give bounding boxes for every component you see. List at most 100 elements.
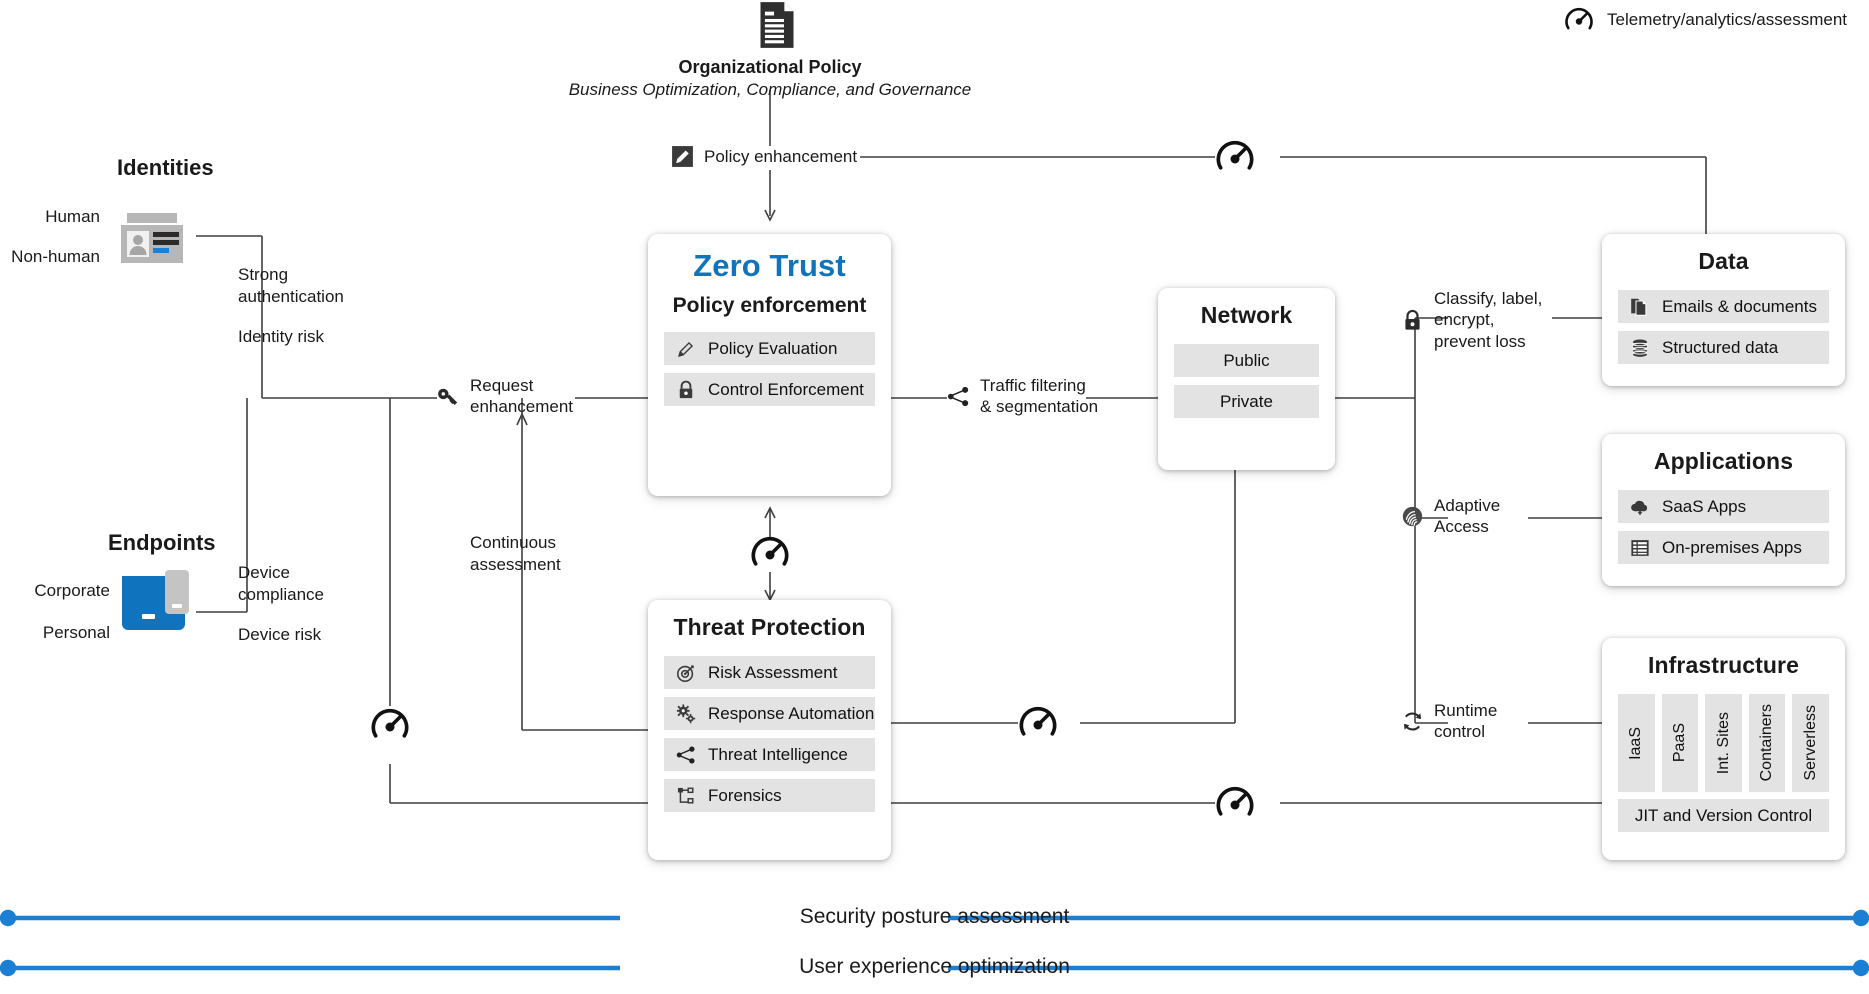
document-icon — [755, 2, 799, 48]
policy-enhancement-node: Policy enhancement — [670, 144, 857, 169]
bottom-bar-user-experience: User experience optimization — [0, 955, 1869, 985]
bottom-bar-security-posture: Security posture assessment — [0, 905, 1869, 935]
connector-lines — [196, 90, 1707, 804]
identities-signal-auth: Strong authentication — [238, 265, 344, 306]
adaptive-access-label: Adaptive Access — [1434, 496, 1501, 537]
page-subtitle: Business Optimization, Compliance, and G… — [568, 80, 972, 99]
infrastructure-col-int-sites[interactable]: Int. Sites — [1705, 694, 1742, 792]
sitemap-icon — [675, 785, 697, 807]
database-icon — [1629, 337, 1651, 359]
chip-label: Private — [1220, 391, 1273, 411]
data-title: Data — [1698, 248, 1749, 274]
identities-type-human: Human — [45, 207, 100, 226]
threat-item-threat-intelligence[interactable]: Threat Intelligence — [664, 738, 875, 771]
zero-trust-subtitle: Policy enforcement — [672, 294, 867, 317]
server-rack-icon — [1629, 537, 1651, 559]
gauge-left-loop-icon — [370, 705, 410, 745]
target-icon — [675, 662, 697, 684]
vchip-label: Containers — [1758, 704, 1776, 782]
infrastructure-col-paas[interactable]: PaaS — [1661, 694, 1699, 792]
gauge-policy-enhancement-icon — [1215, 137, 1255, 177]
infrastructure-col-serverless[interactable]: Serverless — [1792, 694, 1829, 792]
threat-item-forensics[interactable]: Forensics — [664, 779, 875, 812]
adaptive-access-node: Adaptive Access — [1400, 495, 1500, 538]
laptop-phone-icon — [122, 570, 199, 632]
documents-copy-icon — [1629, 296, 1651, 318]
pencil-icon — [675, 338, 697, 360]
chip-label: Emails & documents — [1662, 296, 1817, 316]
traffic-filtering-label: Traffic filtering & segmentation — [980, 376, 1099, 417]
vchip-label: Int. Sites — [1714, 711, 1732, 775]
identities-type-nonhuman: Non-human — [11, 247, 100, 266]
endpoints-signal-compliance: Device compliance — [238, 563, 324, 604]
zero-trust-card: Zero Trust Policy enforcement Policy Eva… — [648, 234, 891, 496]
applications-item-saas-apps[interactable]: SaaS Apps — [1618, 490, 1829, 523]
applications-card: Applications SaaS Apps On-premises Apps — [1602, 434, 1845, 586]
share-nodes-icon — [946, 384, 971, 409]
legend-label: Telemetry/analytics/assessment — [1607, 10, 1847, 29]
lock-icon — [1400, 308, 1425, 333]
zero-trust-item-policy-evaluation[interactable]: Policy Evaluation — [664, 332, 875, 365]
gauge-zero-trust-threat-icon — [750, 533, 789, 571]
policy-enhancement-label: Policy enhancement — [704, 146, 858, 166]
endpoints-heading: Endpoints — [108, 530, 216, 555]
chip-label: Public — [1223, 350, 1270, 370]
bottom-bar-label: User experience optimization — [799, 955, 1070, 978]
applications-title: Applications — [1653, 448, 1794, 474]
chip-label: Threat Intelligence — [708, 744, 848, 764]
legend: Telemetry/analytics/assessment — [1564, 5, 1847, 35]
chip-label: On-premises Apps — [1662, 537, 1802, 557]
edit-pencil-icon — [670, 144, 695, 169]
vchip-label: Serverless — [1801, 705, 1819, 781]
refresh-cycle-icon — [1400, 709, 1425, 734]
infrastructure-col-iaas[interactable]: IaaS — [1618, 694, 1655, 792]
fingerprint-icon — [1400, 504, 1425, 529]
data-item-structured-data[interactable]: Structured data — [1618, 331, 1829, 364]
network-item-public[interactable]: Public — [1174, 344, 1319, 377]
gauge-bottom-loop-icon — [1215, 783, 1255, 823]
page-title: Organizational Policy — [678, 57, 862, 77]
share-nodes-icon — [675, 744, 697, 766]
chip-label: Control Enforcement — [708, 379, 864, 399]
chip-label: Response Automation — [708, 703, 875, 723]
endpoints-type-personal: Personal — [42, 623, 110, 642]
chip-label: Forensics — [708, 785, 782, 805]
applications-item-onprem-apps[interactable]: On-premises Apps — [1618, 531, 1829, 564]
chip-label: JIT and Version Control — [1634, 805, 1813, 825]
gauge-threat-right-icon — [1018, 703, 1058, 743]
diagram-canvas: Telemetry/analytics/assessment Organizat… — [0, 0, 1869, 994]
runtime-control-label: Runtime control — [1434, 701, 1498, 742]
network-item-private[interactable]: Private — [1174, 385, 1319, 418]
threat-item-risk-assessment[interactable]: Risk Assessment — [664, 656, 875, 689]
runtime-control-node: Runtime control — [1400, 700, 1497, 743]
chip-label: Structured data — [1662, 337, 1779, 357]
continuous-assessment-label: Continuous assessment — [470, 533, 561, 574]
vchip-label: PaaS — [1670, 723, 1688, 763]
vchip-label: IaaS — [1627, 726, 1645, 760]
threat-item-response-automation[interactable]: Response Automation — [664, 697, 875, 730]
threat-protection-title: Threat Protection — [673, 614, 866, 640]
network-title: Network — [1200, 302, 1293, 328]
identities-signal-risk: Identity risk — [238, 327, 324, 346]
infrastructure-columns: IaaS PaaS Int. Sites Containers Serverle… — [1618, 694, 1829, 792]
chip-label: SaaS Apps — [1662, 496, 1747, 516]
zero-trust-title: Zero Trust — [693, 248, 846, 283]
identities-heading: Identities — [117, 155, 214, 180]
infrastructure-jit-footer[interactable]: JIT and Version Control — [1618, 799, 1829, 832]
key-icon — [436, 384, 461, 409]
data-item-emails-documents[interactable]: Emails & documents — [1618, 290, 1829, 323]
cloud-download-icon — [1629, 496, 1651, 518]
request-enhancement-node: Request enhancement — [436, 375, 573, 418]
gauge-icon — [1564, 5, 1594, 35]
gears-icon — [675, 703, 697, 725]
classify-node: Classify, label, encrypt, prevent loss — [1400, 288, 1542, 352]
infrastructure-title: Infrastructure — [1648, 652, 1799, 678]
zero-trust-item-control-enforcement[interactable]: Control Enforcement — [664, 373, 875, 406]
traffic-filtering-node: Traffic filtering & segmentation — [946, 375, 1098, 418]
data-card: Data Emails & documents Structured data — [1602, 234, 1845, 386]
request-enhancement-label: Request enhancement — [470, 376, 574, 417]
infrastructure-col-containers[interactable]: Containers — [1748, 694, 1786, 792]
id-badge-icon — [117, 213, 194, 265]
classify-label: Classify, label, encrypt, prevent loss — [1434, 289, 1543, 351]
lock-closed-icon — [675, 379, 697, 401]
